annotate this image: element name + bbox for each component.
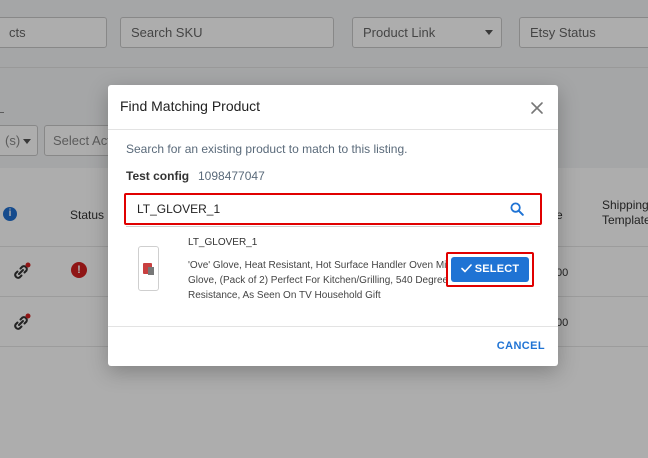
divider <box>108 326 558 327</box>
select-button[interactable]: SELECT <box>451 257 529 282</box>
product-search-input[interactable] <box>126 195 506 223</box>
select-button-highlight: SELECT <box>446 252 534 287</box>
dialog-title: Find Matching Product <box>120 98 261 114</box>
product-image-detail <box>148 267 154 275</box>
find-matching-product-dialog: Find Matching Product Search for an exis… <box>108 85 558 366</box>
close-icon[interactable] <box>530 101 544 115</box>
result-sku: LT_GLOVER_1 <box>188 237 258 248</box>
result-title: 'Ove' Glove, Heat Resistant, Hot Surface… <box>188 260 486 301</box>
config-label: Test config <box>126 169 190 183</box>
search-icon[interactable] <box>510 202 524 216</box>
dialog-description: Search for an existing product to match … <box>126 142 408 156</box>
divider <box>108 129 558 130</box>
config-value: 1098477047 <box>198 169 265 183</box>
divider <box>126 226 540 227</box>
product-search-field <box>124 193 542 225</box>
cancel-button[interactable]: CANCEL <box>497 340 545 352</box>
product-thumbnail <box>138 246 159 291</box>
check-icon <box>460 264 472 273</box>
select-button-label: SELECT <box>474 263 520 275</box>
